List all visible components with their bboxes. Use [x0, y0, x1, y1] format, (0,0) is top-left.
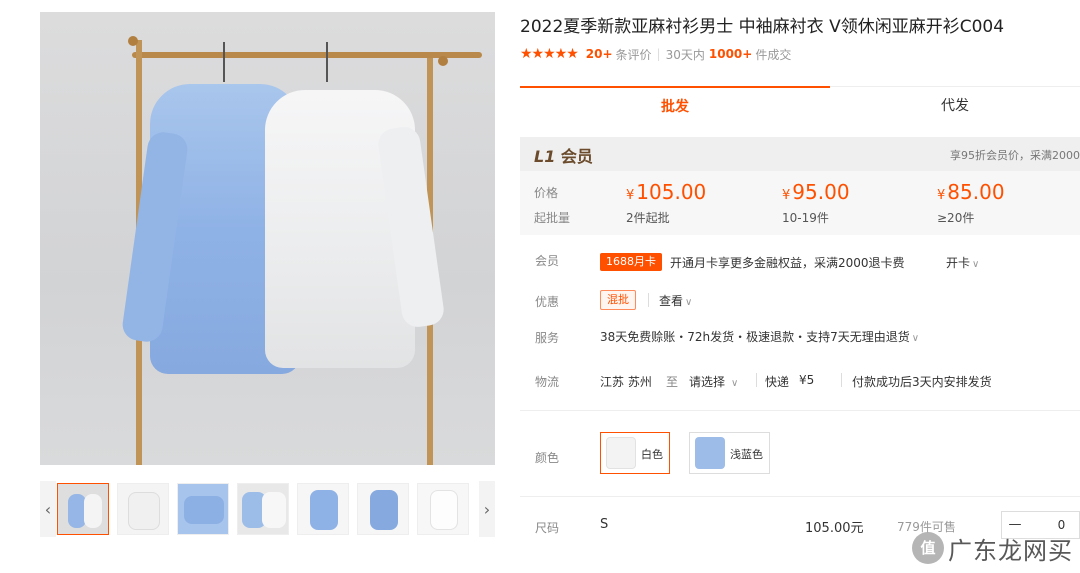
blue-shirt-swatch — [695, 437, 725, 469]
member-level-label: 会员 — [560, 147, 593, 166]
review-count[interactable]: 20+ — [586, 47, 613, 61]
sales-count: 1000+ — [708, 47, 753, 61]
service-terms: 38天免费赊账・72h发货・极速退款・支持7天无理由退货 — [600, 330, 910, 344]
tier-quantity: 2件起批 — [626, 211, 670, 225]
white-shirt-swatch — [606, 437, 636, 469]
destination-select[interactable]: 请选择 ∨ — [689, 373, 738, 390]
delivery-fee: ¥5 — [799, 373, 815, 387]
chevron-down-icon: ∨ — [911, 333, 920, 344]
destination-label: 请选择 — [689, 375, 726, 389]
star-rating-icon: ★★★★★ — [520, 46, 579, 62]
chevron-down-icon: ∨ — [972, 259, 980, 270]
rack-cap — [128, 36, 138, 46]
color-option-white[interactable]: 白色 — [600, 432, 670, 474]
hanger — [223, 42, 225, 82]
tier-quantity: 10-19件 — [782, 211, 829, 225]
thumbnail[interactable] — [237, 483, 289, 535]
sales-period: 30天内 — [665, 47, 705, 62]
dispatch-note: 付款成功后3天内安排发货 — [852, 375, 992, 389]
thumbnail[interactable] — [417, 483, 469, 535]
divider — [520, 496, 1080, 497]
thumbnail[interactable] — [57, 483, 109, 535]
member-level: L1 会员 — [534, 143, 593, 167]
review-label[interactable]: 条评价 — [616, 46, 652, 63]
watermark-logo-icon: 值 — [912, 532, 944, 564]
view-promo-link[interactable]: 查看 ∨ — [659, 292, 692, 309]
color-option-label: 白色 — [641, 448, 663, 461]
view-promo-label: 查看 — [659, 294, 684, 308]
product-title: 2022夏季新款亚麻衬衫男士 中袖麻衬衣 V领休闲亚麻开衫C004 — [520, 17, 1005, 37]
hanger — [326, 42, 328, 82]
chevron-down-icon: ∨ — [731, 378, 739, 389]
monthly-card-badge: 1688月卡 — [600, 253, 662, 271]
service-text[interactable]: 38天免费赊账・72h发货・极速退款・支持7天无理由退货 ∨ — [600, 328, 919, 345]
color-option-label: 浅蓝色 — [730, 448, 763, 461]
member-level-code: L1 — [534, 147, 556, 166]
chevron-left-icon[interactable]: ‹ — [40, 481, 56, 537]
size-row-label: 尺码 — [535, 521, 560, 535]
member-header: L1 会员 享95折会员价，采满2000 — [520, 137, 1080, 171]
color-option-light-blue[interactable]: 浅蓝色 — [689, 432, 770, 474]
member-price-panel: L1 会员 享95折会员价，采满2000 价格 起批量 ¥105.00 2件起批… — [520, 137, 1080, 235]
ship-from: 江苏 苏州 — [600, 375, 652, 389]
watermark-text: 广东龙网买 — [948, 536, 1073, 565]
thumbnail[interactable] — [357, 483, 409, 535]
open-card-label: 开卡 — [946, 256, 971, 270]
currency-symbol: ¥ — [782, 188, 791, 203]
rack-cap — [438, 56, 448, 66]
member-benefit-text: 开通月卡享更多金融权益，采满2000退卡费 — [670, 256, 905, 270]
main-product-image[interactable] — [40, 12, 495, 465]
logistics-row-label: 物流 — [535, 375, 560, 389]
size-price: 105.00元 — [805, 521, 864, 536]
tab-dropship[interactable]: 代发 — [830, 86, 1080, 126]
open-card-link[interactable]: 开卡 ∨ — [946, 254, 979, 271]
min-batch-label: 起批量 — [534, 211, 571, 225]
chevron-right-icon[interactable]: › — [479, 481, 495, 537]
tier-price: ¥95.00 — [782, 180, 850, 204]
service-row-label: 服务 — [535, 331, 560, 345]
watermark: 值 广东龙网买 — [912, 528, 1080, 568]
purchase-mode-tabs: 批发 代发 — [520, 86, 1080, 126]
divider — [648, 293, 649, 307]
color-row-label: 颜色 — [535, 451, 560, 465]
mixed-batch-badge: 混批 — [600, 290, 636, 310]
thumbnail[interactable] — [297, 483, 349, 535]
tier-price: ¥85.00 — [937, 180, 1005, 204]
rating-row: ★★★★★ 20+ 条评价 | 30天内 1000+ 件成交 — [520, 45, 791, 63]
size-name: S — [600, 517, 609, 532]
separator: | — [656, 47, 661, 61]
divider — [841, 373, 842, 387]
price-value: 95.00 — [792, 180, 850, 204]
divider — [756, 373, 757, 387]
delivery-method: 快递 — [765, 375, 790, 389]
price-label: 价格 — [534, 186, 559, 200]
sales-label: 件成交 — [755, 47, 792, 62]
price-value: 105.00 — [636, 180, 707, 204]
tier-price: ¥105.00 — [626, 180, 706, 204]
thumbnail[interactable] — [177, 483, 229, 535]
price-value: 85.00 — [947, 180, 1005, 204]
currency-symbol: ¥ — [937, 188, 946, 203]
member-discount-note: 享95折会员价，采满2000 — [950, 149, 1080, 162]
promo-row-label: 优惠 — [535, 295, 560, 309]
tier-quantity: ≥20件 — [937, 211, 975, 225]
thumbnail[interactable] — [117, 483, 169, 535]
tab-wholesale[interactable]: 批发 — [520, 86, 830, 126]
chevron-down-icon: ∨ — [685, 297, 693, 308]
ship-to-label: 至 — [666, 375, 679, 389]
thumbnail-strip: ‹ › — [40, 481, 495, 537]
divider — [520, 410, 1080, 411]
member-row-label: 会员 — [535, 254, 560, 268]
currency-symbol: ¥ — [626, 188, 635, 203]
